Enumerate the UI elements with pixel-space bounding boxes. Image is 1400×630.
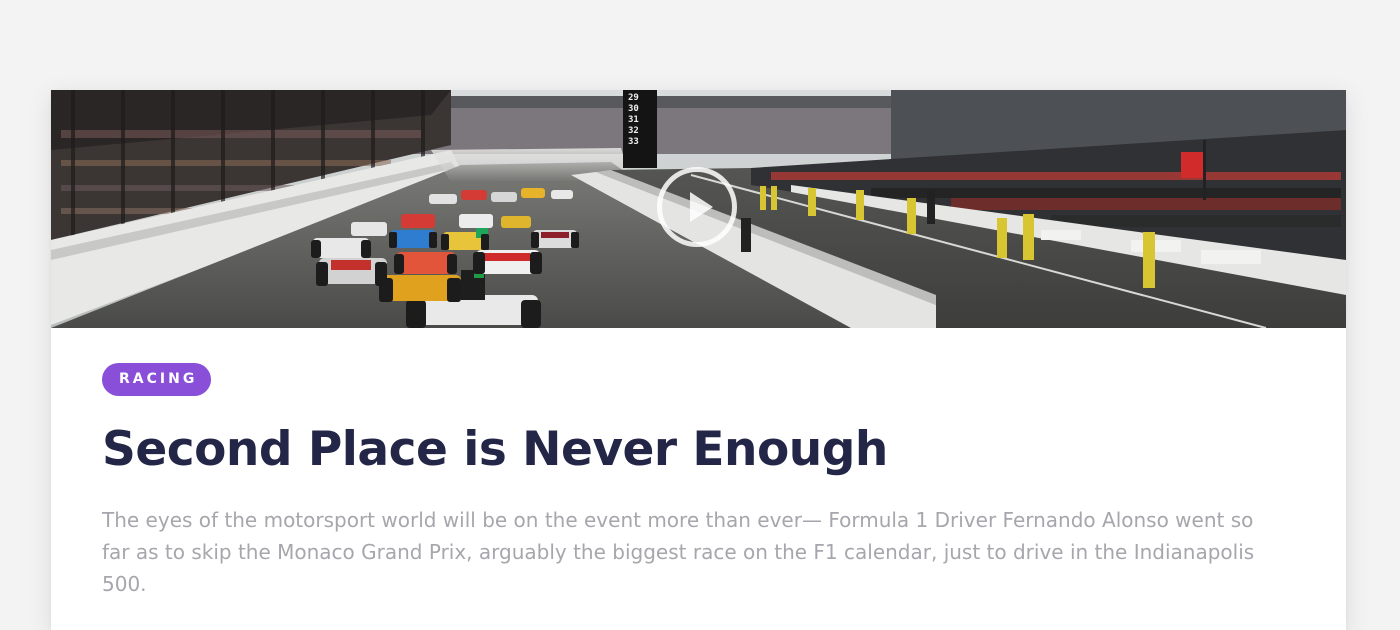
pylon-position-2: 30 <box>628 104 639 114</box>
pylon-position-5: 33 <box>628 137 639 147</box>
play-video-button[interactable] <box>657 167 737 247</box>
article-summary: The eyes of the motorsport world will be… <box>102 508 1255 596</box>
pylon-position-1: 29 <box>628 93 639 103</box>
pylon-position-3: 31 <box>628 115 639 125</box>
article-card[interactable]: 29 30 31 32 33 RACING Second Place is Ne… <box>51 90 1346 630</box>
article-content: RACING Second Place is Never Enough The … <box>102 363 1286 600</box>
article-video-thumbnail[interactable]: 29 30 31 32 33 <box>51 90 1346 328</box>
article-title[interactable]: Second Place is Never Enough <box>102 422 1286 478</box>
play-icon <box>690 192 713 222</box>
scoring-pylon: 2930313233 <box>628 93 639 147</box>
pylon-position-4: 32 <box>628 126 639 136</box>
category-badge[interactable]: RACING <box>102 363 212 396</box>
